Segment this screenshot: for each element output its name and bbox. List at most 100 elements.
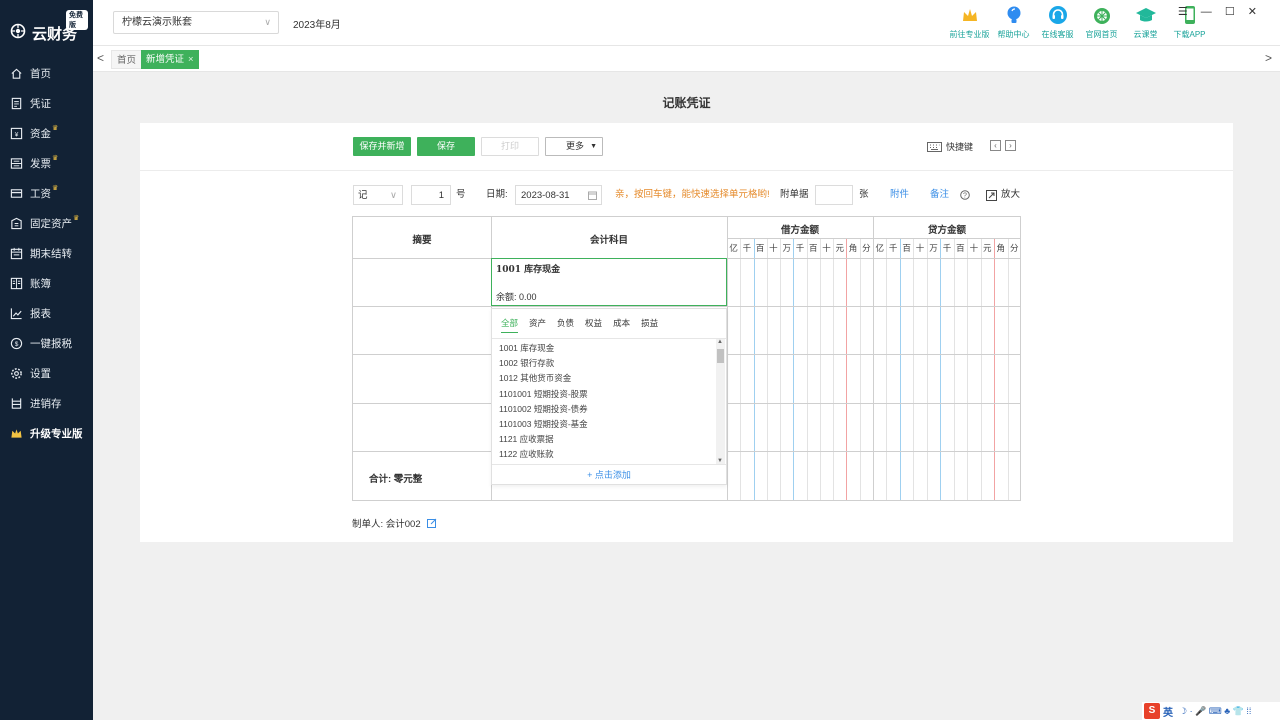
column-divider — [727, 217, 728, 500]
sidebar-item-period-end[interactable]: 期末结转 — [0, 238, 93, 268]
digit-label: 百 — [808, 243, 818, 253]
sidebar-item-home[interactable]: 首页 — [0, 58, 93, 88]
tab-cost[interactable]: 成本 — [613, 317, 630, 333]
tab-home[interactable]: 首页 — [111, 50, 143, 69]
sidebar-item-inventory[interactable]: 进销存 — [0, 388, 93, 418]
calendar-icon — [588, 191, 597, 200]
subject-option[interactable]: 1101002 短期投资-债券 — [499, 402, 714, 417]
voucher-number-input[interactable]: 1 — [411, 185, 451, 205]
online-service-button[interactable]: 在线客服 — [1036, 2, 1079, 40]
edit-icon[interactable] — [426, 518, 437, 528]
go-pro-button[interactable]: 前往专业版 — [948, 2, 991, 40]
sidebar-item-label: 资金 — [30, 127, 51, 140]
help-center-button[interactable]: 帮助中心 — [992, 2, 1035, 40]
app-logo[interactable]: 免费版 云财务 — [8, 10, 88, 48]
voucher-word-select[interactable]: 记 ∨ — [353, 185, 403, 205]
digit-label: 分 — [862, 243, 871, 253]
crown-icon — [11, 428, 22, 438]
tool-label: 帮助中心 — [997, 30, 1030, 39]
digit-divider — [967, 238, 969, 500]
tab-scroll-left-icon[interactable]: < — [97, 51, 104, 65]
subject-category-tabs: 全部 资产 负债 权益 成本 损益 — [501, 317, 669, 333]
sidebar-item-upgrade[interactable]: 升级专业版 — [0, 418, 93, 448]
ime-toolbar[interactable]: S 英 ☽ · 🎤 ⌨ ♣ 👕 ⁞⁞ — [1142, 702, 1280, 720]
note-link[interactable]: 备注 — [930, 185, 949, 205]
report-icon — [10, 307, 22, 319]
column-divider — [873, 217, 874, 500]
svg-text:$: $ — [15, 340, 19, 347]
account-set-select[interactable]: 柠檬云演示账套 ∨ — [113, 11, 279, 34]
dropdown-scrollbar[interactable]: ▲ ▼ — [716, 339, 725, 464]
sidebar-item-settings[interactable]: 设置 — [0, 358, 93, 388]
sidebar-item-salary[interactable]: 工资 ♛ — [0, 178, 93, 208]
more-button[interactable]: 更多 ▼ — [545, 137, 603, 156]
save-button[interactable]: 保存 — [417, 137, 475, 156]
sidebar-item-tax[interactable]: $ 一键报税 — [0, 328, 93, 358]
sidebar-item-label: 发票 — [30, 157, 51, 170]
attachment-link[interactable]: 附件 — [890, 185, 909, 205]
shortcut-button[interactable]: 快捷键 — [927, 140, 973, 153]
voucher-pager: ‹ › — [990, 140, 1020, 151]
sidebar-item-label: 账簿 — [30, 277, 51, 290]
subject-option[interactable]: 1121 应收票据 — [499, 432, 714, 447]
digit-label: 分 — [1009, 243, 1019, 253]
official-site-button[interactable]: 官网首页 — [1080, 2, 1123, 40]
digit-divider — [953, 238, 955, 500]
subject-option[interactable]: 1101001 短期投资-股票 — [499, 387, 714, 402]
window-controls[interactable]: ☰ — ☐ ✕ — [1178, 5, 1262, 18]
tab-assets[interactable]: 资产 — [529, 317, 546, 333]
subject-option[interactable]: 1001 库存现金 — [499, 341, 714, 356]
ime-tray-icons[interactable]: ☽ · 🎤 ⌨ ♣ 👕 ⁞⁞ — [1179, 706, 1251, 717]
digit-divider — [940, 238, 942, 500]
ime-language[interactable]: 英 — [1163, 704, 1173, 719]
attachment-count-input[interactable] — [815, 185, 853, 205]
scroll-thumb[interactable] — [717, 349, 724, 363]
tab-new-voucher[interactable]: 新增凭证 × — [141, 50, 199, 69]
credit-header: 贷方金额 — [927, 225, 966, 236]
subject-option[interactable]: 1122 应收账款 — [499, 447, 714, 462]
tab-liabilities[interactable]: 负债 — [557, 317, 574, 333]
graduation-cap-icon — [1135, 8, 1156, 22]
digit-label: 元 — [983, 243, 992, 253]
tab-profit-loss[interactable]: 损益 — [641, 317, 658, 333]
sogou-logo-icon: S — [1144, 703, 1160, 719]
sidebar-item-invoice[interactable]: 发票 ♛ — [0, 148, 93, 178]
cloud-class-button[interactable]: 云课堂 — [1124, 2, 1167, 40]
tab-all[interactable]: 全部 — [501, 317, 519, 333]
sidebar-item-fund[interactable]: ¥ 资金 ♛ — [0, 118, 93, 148]
add-subject-button[interactable]: + 点击添加 — [492, 464, 726, 485]
subject-input-active[interactable]: 1001 库存现金 余额: 0.00 — [491, 258, 727, 306]
sidebar-item-voucher[interactable]: 凭证 — [0, 88, 93, 118]
prev-voucher-icon[interactable]: ‹ — [990, 140, 1001, 151]
sidebar-item-fixed-asset[interactable]: 固定资产 ♛ — [0, 208, 93, 238]
print-button[interactable]: 打印 — [481, 137, 539, 156]
date-input[interactable]: 2023-08-31 — [515, 185, 602, 205]
tab-equity[interactable]: 权益 — [585, 317, 602, 333]
tool-label: 下载APP — [1173, 30, 1206, 39]
help-icon[interactable]: ? — [960, 185, 970, 205]
number-suffix: 号 — [456, 189, 466, 200]
subject-option[interactable]: 1012 其他货币资金 — [499, 371, 714, 386]
zoom-button[interactable]: 放大 — [986, 185, 1020, 205]
save-and-new-button[interactable]: 保存并新增 — [353, 137, 411, 156]
date-value: 2023-08-31 — [521, 190, 570, 201]
digit-divider — [913, 238, 915, 500]
close-icon[interactable]: × — [188, 54, 194, 65]
crown-badge-icon: ♛ — [52, 125, 59, 132]
crown-badge-icon: ♛ — [73, 215, 80, 222]
digit-label: 十 — [822, 243, 831, 253]
next-voucher-icon[interactable]: › — [1005, 140, 1016, 151]
sidebar-item-label: 一键报税 — [30, 337, 72, 350]
sidebar-item-ledger[interactable]: 账簿 — [0, 268, 93, 298]
subject-option[interactable]: 1002 银行存款 — [499, 356, 714, 371]
digit-divider — [793, 238, 795, 500]
sidebar-item-report[interactable]: 报表 — [0, 298, 93, 328]
digit-divider — [886, 238, 888, 500]
subject-option[interactable]: 1101003 短期投资-基金 — [499, 417, 714, 432]
sidebar-item-label: 首页 — [30, 67, 51, 80]
tab-scroll-right-icon[interactable]: > — [1265, 51, 1272, 65]
digit-label: 元 — [835, 243, 845, 253]
digit-label: 角 — [848, 243, 858, 253]
scroll-up-icon[interactable]: ▲ — [717, 339, 723, 345]
salary-icon — [10, 188, 23, 198]
